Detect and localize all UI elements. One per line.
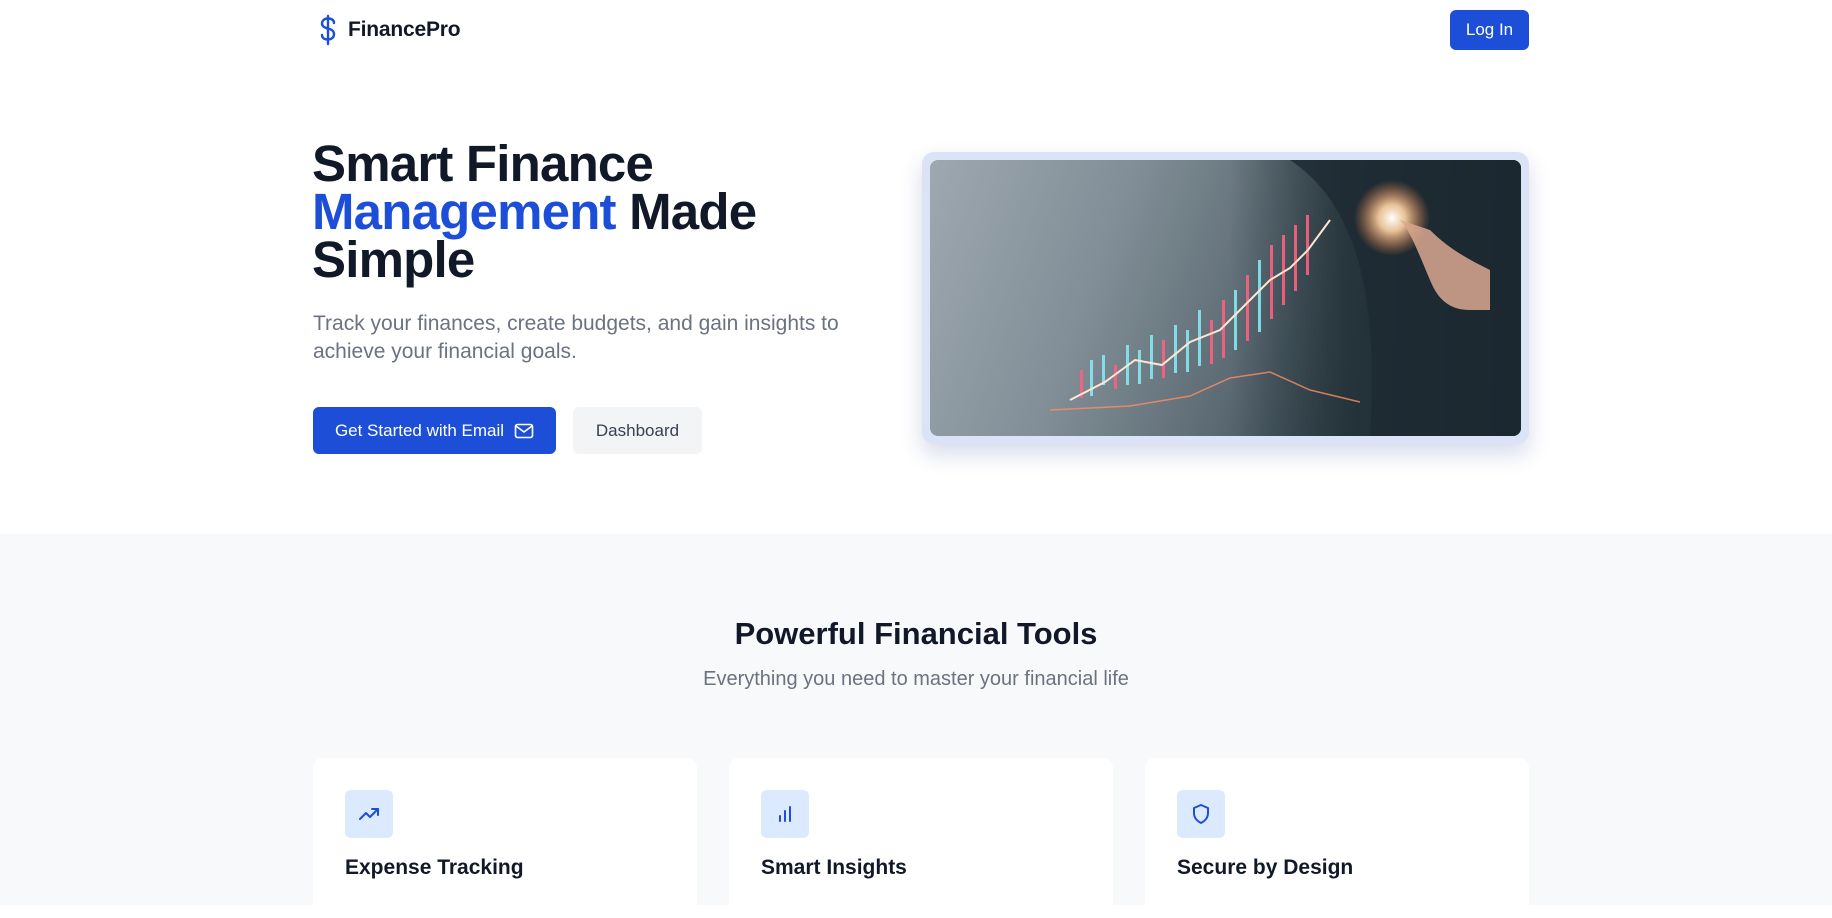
dashboard-button[interactable]: Dashboard xyxy=(573,407,702,454)
features-title: Powerful Financial Tools xyxy=(734,616,1098,651)
hero-title: Smart Finance Management Made Simple xyxy=(312,138,872,285)
hero-subtitle: Track your finances, create budgets, and… xyxy=(313,312,839,363)
brand-name: FinancePro xyxy=(348,18,461,41)
hero-image-illustration xyxy=(930,160,1521,436)
card-title: Smart Insights xyxy=(761,856,907,879)
hero-image-frame xyxy=(922,152,1529,444)
card-icon-wrapper xyxy=(345,790,393,838)
trending-up-icon xyxy=(359,808,379,820)
card-title: Expense Tracking xyxy=(345,856,524,879)
get-started-email-button[interactable]: Get Started with Email xyxy=(313,407,556,454)
card-icon-wrapper xyxy=(1177,790,1225,838)
top-nav: FinancePro Log In xyxy=(0,0,1832,60)
hero-title-line3: Simple xyxy=(312,231,475,288)
hero-image xyxy=(930,160,1521,436)
card-icon-wrapper xyxy=(761,790,809,838)
feature-card-expense-tracking: Expense Tracking xyxy=(313,758,697,918)
get-started-label: Get Started with Email xyxy=(334,420,505,440)
feature-card-smart-insights: Smart Insights xyxy=(729,758,1113,918)
brand-logo[interactable]: FinancePro xyxy=(316,14,461,46)
hero-title-after-accent: Made xyxy=(615,183,757,240)
login-button[interactable]: Log In xyxy=(1450,10,1529,50)
card-title: Secure by Design xyxy=(1177,856,1354,879)
dollar-icon xyxy=(320,14,336,46)
shield-icon xyxy=(1193,804,1209,824)
feature-card-secure-by-design: Secure by Design xyxy=(1145,758,1529,918)
features-subtitle: Everything you need to master your finan… xyxy=(703,668,1129,690)
features-section: Powerful Financial Tools Everything you … xyxy=(0,534,1832,918)
mail-icon xyxy=(514,423,534,438)
bar-chart-icon xyxy=(779,806,791,822)
